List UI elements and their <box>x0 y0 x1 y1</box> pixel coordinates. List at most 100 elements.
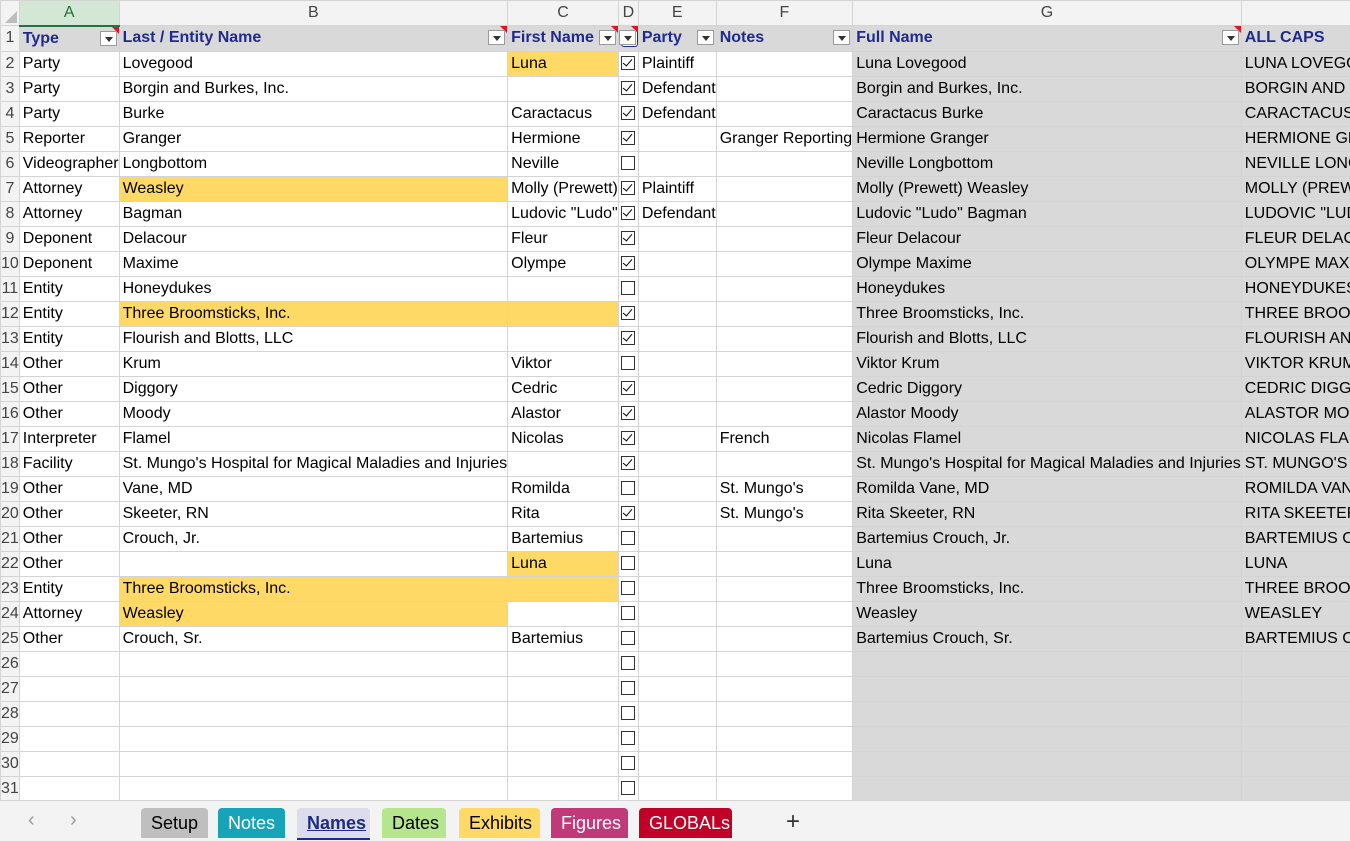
cell-party[interactable] <box>638 326 716 351</box>
cell-checkbox[interactable] <box>618 176 638 201</box>
cell-first-name[interactable]: Olympe <box>508 251 619 276</box>
header-party[interactable]: Party <box>638 26 716 52</box>
cell-notes[interactable] <box>716 526 853 551</box>
checkbox-unchecked[interactable] <box>621 356 635 370</box>
cell-notes[interactable]: French <box>716 426 853 451</box>
cell-party[interactable] <box>638 451 716 476</box>
cell-all-caps[interactable]: ROMILDA VANE, MD <box>1241 476 1350 501</box>
cell-notes[interactable] <box>716 376 853 401</box>
cell-party[interactable] <box>638 576 716 601</box>
checkbox-checked[interactable] <box>621 406 635 420</box>
cell-last-name[interactable]: Lovegood <box>119 51 508 76</box>
cell-type[interactable]: Attorney <box>19 176 119 201</box>
header-checkbox-column[interactable] <box>618 26 638 52</box>
checkbox-unchecked[interactable] <box>621 481 635 495</box>
empty-cell[interactable] <box>508 676 619 701</box>
cell-notes[interactable]: Granger Reporting <box>716 126 853 151</box>
column-header-f[interactable]: F <box>716 1 853 26</box>
cell-full-name[interactable]: Ludovic "Ludo" Bagman <box>853 201 1242 226</box>
cell-first-name[interactable] <box>508 326 619 351</box>
plus-icon[interactable]: + <box>786 807 800 837</box>
cell-party[interactable]: Plaintiff <box>638 51 716 76</box>
empty-cell[interactable] <box>853 701 1242 726</box>
cell-type[interactable]: Interpreter <box>19 426 119 451</box>
cell-first-name[interactable]: Nicolas <box>508 426 619 451</box>
row-number-1[interactable]: 1 <box>1 26 20 52</box>
filter-dropdown-icon[interactable] <box>833 30 850 45</box>
cell-all-caps[interactable]: LUNA <box>1241 551 1350 576</box>
cell-last-name[interactable]: Weasley <box>119 601 508 626</box>
cell-all-caps[interactable]: CEDRIC DIGGORY <box>1241 376 1350 401</box>
cell-first-name[interactable]: Rita <box>508 501 619 526</box>
cell-notes[interactable] <box>716 351 853 376</box>
cell-full-name[interactable]: Weasley <box>853 601 1242 626</box>
cell-last-name[interactable]: Honeydukes <box>119 276 508 301</box>
cell-last-name[interactable]: Bagman <box>119 201 508 226</box>
row-number[interactable]: 19 <box>1 476 20 501</box>
cell-last-name[interactable]: St. Mungo's Hospital for Magical Maladie… <box>119 451 508 476</box>
cell-first-name[interactable]: Luna <box>508 51 619 76</box>
cell-notes[interactable] <box>716 151 853 176</box>
cell-checkbox[interactable] <box>618 76 638 101</box>
cell-all-caps[interactable]: FLOURISH AND BLOTTS, LLC <box>1241 326 1350 351</box>
cell-checkbox[interactable] <box>618 101 638 126</box>
cell-checkbox[interactable] <box>618 426 638 451</box>
row-number[interactable]: 6 <box>1 151 20 176</box>
cell-party[interactable] <box>638 626 716 651</box>
empty-cell[interactable] <box>638 651 716 676</box>
checkbox-checked[interactable] <box>621 206 635 220</box>
row-number[interactable]: 9 <box>1 226 20 251</box>
cell-first-name[interactable]: Molly (Prewett) <box>508 176 619 201</box>
cell-first-name[interactable]: Luna <box>508 551 619 576</box>
cell-notes[interactable] <box>716 51 853 76</box>
cell-full-name[interactable]: Rita Skeeter, RN <box>853 501 1242 526</box>
checkbox-checked[interactable] <box>621 331 635 345</box>
filter-dropdown-icon[interactable] <box>488 30 505 45</box>
cell-party[interactable]: Defendant <box>638 101 716 126</box>
cell-type[interactable]: Facility <box>19 451 119 476</box>
cell-party[interactable] <box>638 126 716 151</box>
cell-notes[interactable] <box>716 251 853 276</box>
filter-dropdown-icon[interactable] <box>697 30 714 45</box>
cell-first-name[interactable]: Hermione <box>508 126 619 151</box>
cell-type[interactable]: Other <box>19 551 119 576</box>
cell-first-name[interactable] <box>508 601 619 626</box>
cell-checkbox[interactable] <box>618 451 638 476</box>
checkbox-unchecked[interactable] <box>621 531 635 545</box>
cell-type[interactable]: Other <box>19 626 119 651</box>
tab-dates[interactable]: Dates <box>382 808 446 838</box>
cell-type[interactable]: Videographer <box>19 151 119 176</box>
tab-setup[interactable]: Setup <box>141 808 208 838</box>
cell-type[interactable]: Other <box>19 351 119 376</box>
cell-full-name[interactable]: Bartemius Crouch, Jr. <box>853 526 1242 551</box>
cell-first-name[interactable] <box>508 76 619 101</box>
cell-full-name[interactable]: Three Broomsticks, Inc. <box>853 301 1242 326</box>
empty-cell[interactable] <box>638 676 716 701</box>
empty-cell[interactable] <box>1241 726 1350 751</box>
cell-type[interactable]: Deponent <box>19 251 119 276</box>
checkbox-unchecked[interactable] <box>621 656 635 670</box>
cell-last-name[interactable]: Crouch, Jr. <box>119 526 508 551</box>
row-number[interactable]: 29 <box>1 726 20 751</box>
cell-full-name[interactable]: Bartemius Crouch, Sr. <box>853 626 1242 651</box>
cell-notes[interactable] <box>716 276 853 301</box>
column-header-d[interactable]: D <box>618 1 638 26</box>
column-header-g[interactable]: G <box>853 1 1242 26</box>
cell-notes[interactable] <box>716 401 853 426</box>
cell-type[interactable]: Other <box>19 376 119 401</box>
empty-cell[interactable] <box>119 651 508 676</box>
cell-all-caps[interactable]: NICOLAS FLAMEL <box>1241 426 1350 451</box>
tab-globals[interactable]: GLOBALs <box>639 808 732 838</box>
empty-cell[interactable] <box>853 776 1242 800</box>
cell-party[interactable] <box>638 401 716 426</box>
cell-notes[interactable]: St. Mungo's <box>716 501 853 526</box>
cell-notes[interactable] <box>716 576 853 601</box>
cell-notes[interactable] <box>716 601 853 626</box>
cell-party[interactable] <box>638 351 716 376</box>
empty-cell[interactable] <box>19 726 119 751</box>
cell-all-caps[interactable]: BORGIN AND BURKES, INC. <box>1241 76 1350 101</box>
cell-last-name[interactable]: Granger <box>119 126 508 151</box>
cell-all-caps[interactable]: ST. MUNGO'S HOSPITAL FOR MAGICAL MALADIE… <box>1241 451 1350 476</box>
checkbox-checked[interactable] <box>621 106 635 120</box>
select-all-corner[interactable] <box>1 1 20 26</box>
